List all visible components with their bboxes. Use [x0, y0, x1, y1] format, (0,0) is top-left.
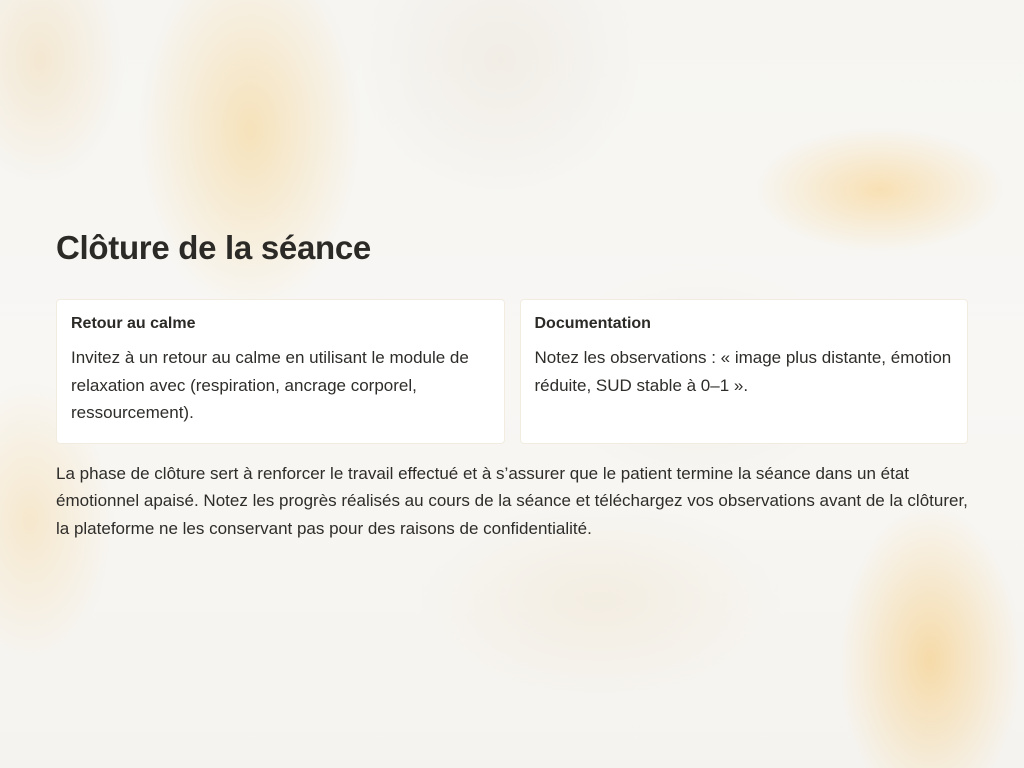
card-title: Retour au calme [71, 315, 196, 332]
card-documentation: Documentation Notez les observations : «… [519, 299, 968, 444]
card-title: Documentation [534, 315, 651, 332]
body-paragraph: La phase de clôture sert à renforcer le … [56, 463, 968, 538]
page-title: Clôture de la séance [56, 229, 371, 266]
card-text: Notez les observations : « image plus di… [534, 348, 952, 395]
cards-row: Retour au calme Invitez à un retour au c… [56, 299, 968, 444]
card-text: Invitez à un retour au calme en utilisan… [71, 348, 469, 422]
slide-content: Clôture de la séance Retour au calme Inv… [56, 228, 968, 542]
card-retour-au-calme: Retour au calme Invitez à un retour au c… [56, 299, 505, 444]
